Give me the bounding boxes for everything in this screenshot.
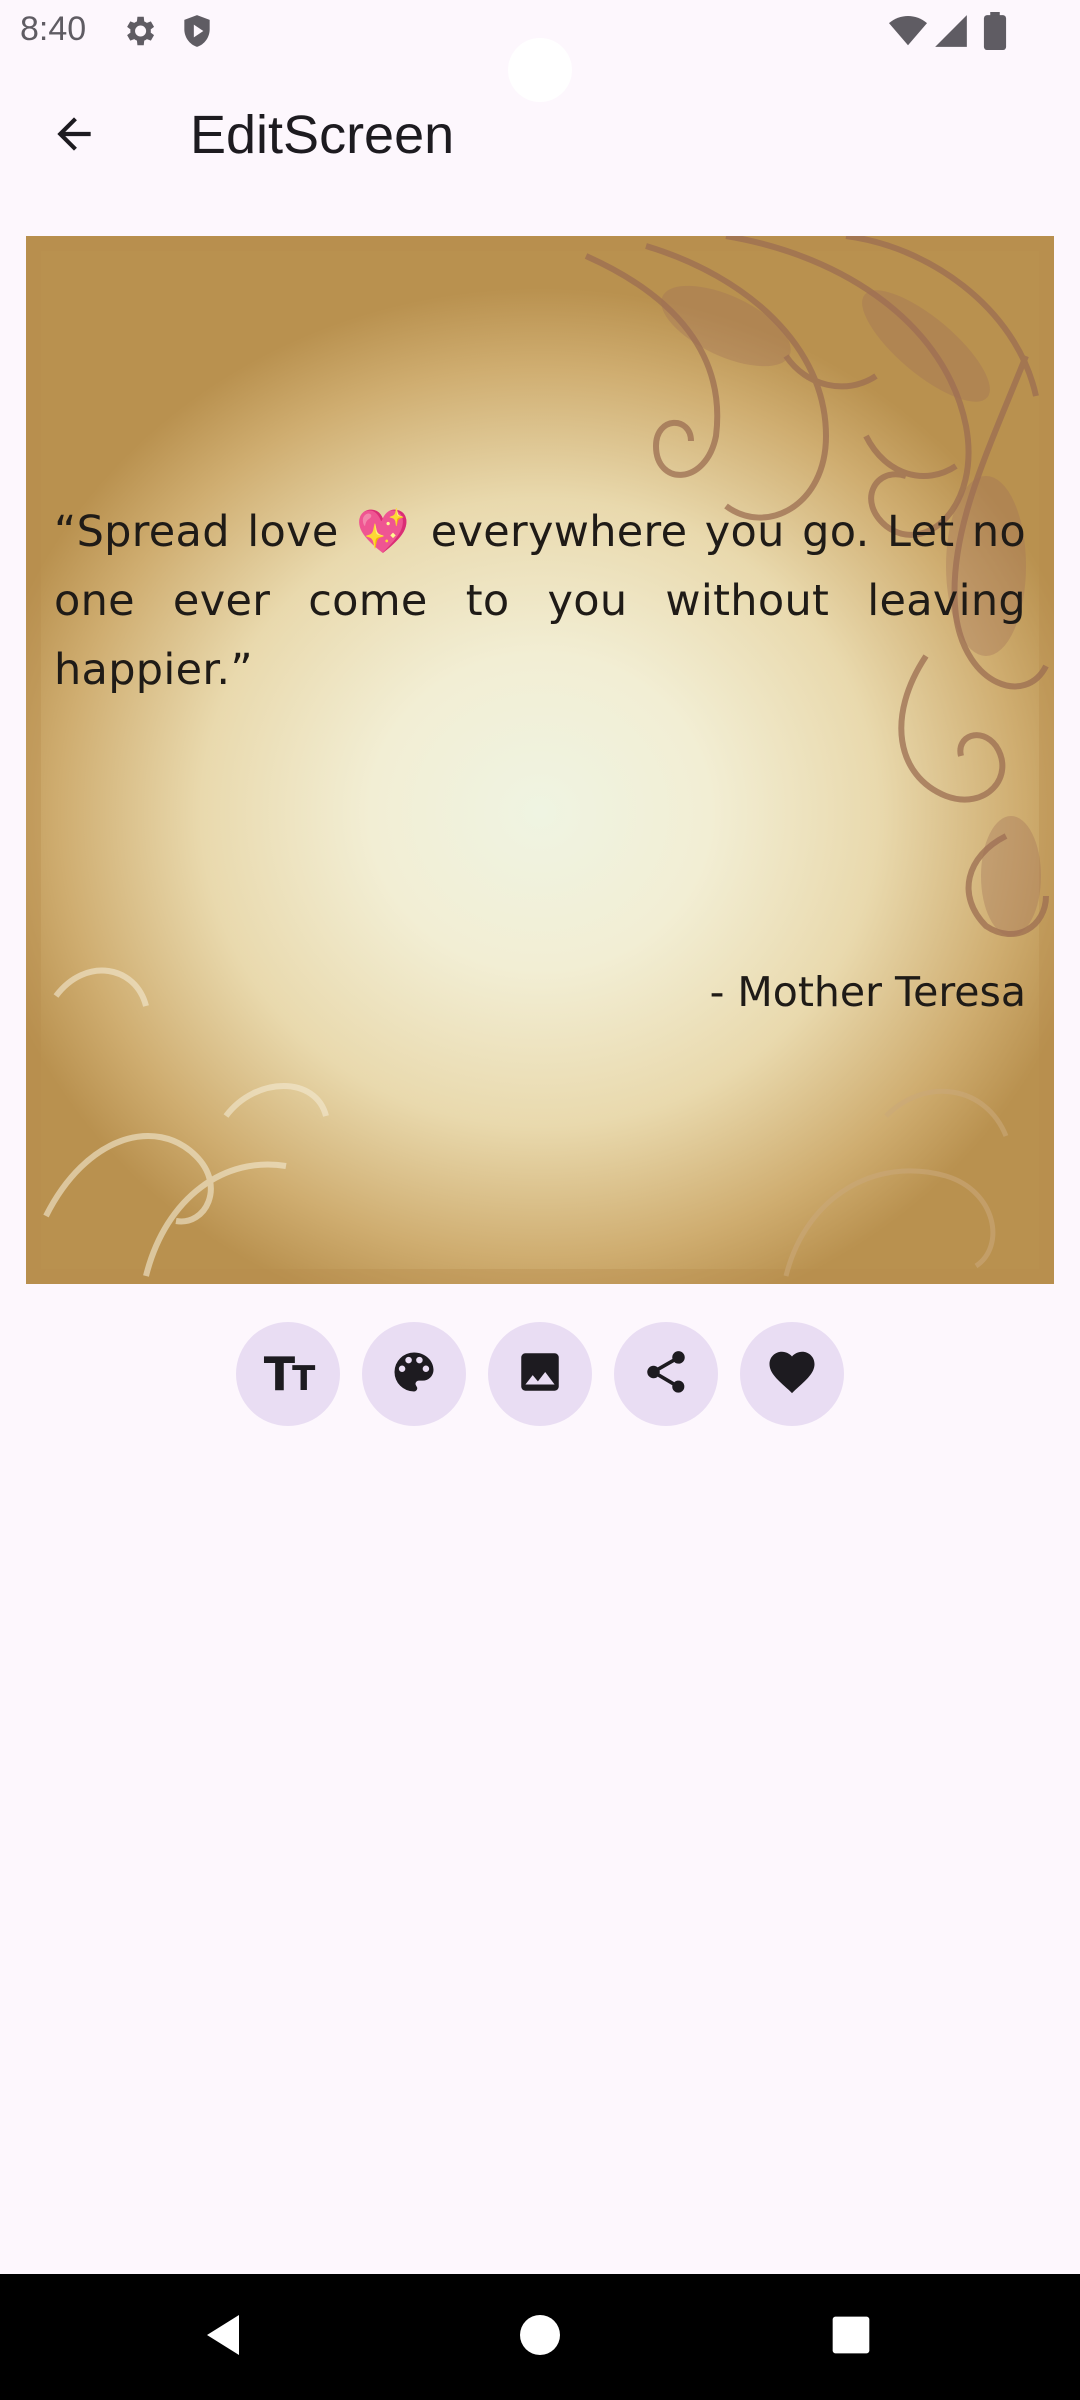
back-triangle-icon bbox=[201, 2311, 249, 2364]
text-format-icon: TT bbox=[263, 1347, 316, 1401]
nav-recents-button[interactable] bbox=[818, 2304, 884, 2370]
palette-icon bbox=[388, 1346, 440, 1403]
arrow-back-icon bbox=[49, 109, 99, 164]
status-time: 8:40 bbox=[20, 10, 87, 48]
recents-square-icon bbox=[829, 2313, 873, 2362]
wifi-icon bbox=[888, 12, 928, 55]
nav-home-button[interactable] bbox=[507, 2304, 573, 2370]
color-palette-button[interactable] bbox=[362, 1322, 466, 1426]
quote-text[interactable]: “Spread love 💖 everywhere you go. Let no… bbox=[54, 498, 1026, 705]
back-button[interactable] bbox=[22, 94, 126, 178]
text-format-button[interactable]: TT bbox=[236, 1322, 340, 1426]
edit-toolbar: TT bbox=[0, 1322, 1080, 1428]
background-image-button[interactable] bbox=[488, 1322, 592, 1426]
quote-card: “Spread love 💖 everywhere you go. Let no… bbox=[26, 236, 1054, 1284]
floral-background-image bbox=[26, 236, 1054, 1284]
battery-icon bbox=[982, 12, 1008, 55]
settings-gear-icon bbox=[120, 12, 158, 55]
app-bar: EditScreen bbox=[0, 84, 1080, 188]
signal-icon bbox=[932, 12, 970, 55]
shield-icon bbox=[178, 12, 216, 55]
heart-icon bbox=[765, 1345, 819, 1404]
favorite-button[interactable] bbox=[740, 1322, 844, 1426]
page-title: EditScreen bbox=[190, 105, 455, 165]
quote-author[interactable]: - Mother Teresa bbox=[710, 968, 1026, 1016]
home-circle-icon bbox=[516, 2311, 564, 2364]
image-icon bbox=[515, 1347, 565, 1402]
share-button[interactable] bbox=[614, 1322, 718, 1426]
system-nav-bar bbox=[0, 2274, 1080, 2400]
nav-back-button[interactable] bbox=[192, 2304, 258, 2370]
share-icon bbox=[641, 1347, 691, 1402]
